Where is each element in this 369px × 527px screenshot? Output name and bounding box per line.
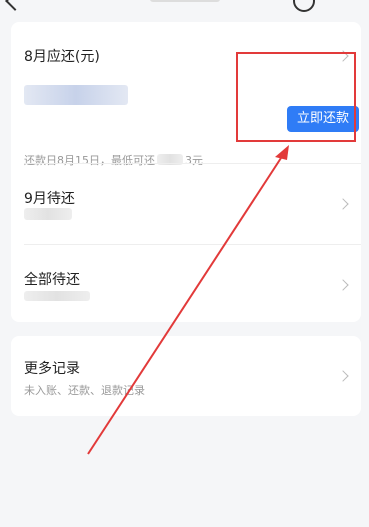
help-icon[interactable]	[293, 0, 315, 12]
annotation-highlight-box	[236, 52, 356, 142]
all-pending-amount-hidden	[24, 291, 90, 301]
chevron-right-icon	[337, 279, 349, 291]
september-bill-title: 9月待还	[24, 191, 75, 207]
current-bill-title: 8月应还(元)	[24, 49, 100, 65]
more-records-title: 更多记录	[24, 361, 80, 377]
chevron-right-icon	[337, 198, 349, 210]
more-records-card[interactable]: 更多记录 未入账、还款、退款记录	[11, 336, 361, 416]
more-records-subtitle: 未入账、还款、退款记录	[24, 384, 145, 397]
september-bill-section[interactable]: 9月待还	[11, 164, 361, 244]
current-amount-hidden	[24, 85, 128, 105]
all-pending-title: 全部待还	[24, 272, 80, 288]
page-title	[150, 0, 220, 2]
september-amount-hidden	[24, 208, 72, 220]
all-pending-section[interactable]: 全部待还	[11, 245, 361, 322]
card-zigzag-edge	[11, 316, 361, 322]
back-icon[interactable]	[5, 0, 25, 11]
chevron-right-icon	[337, 370, 349, 382]
top-bar	[0, 0, 369, 18]
